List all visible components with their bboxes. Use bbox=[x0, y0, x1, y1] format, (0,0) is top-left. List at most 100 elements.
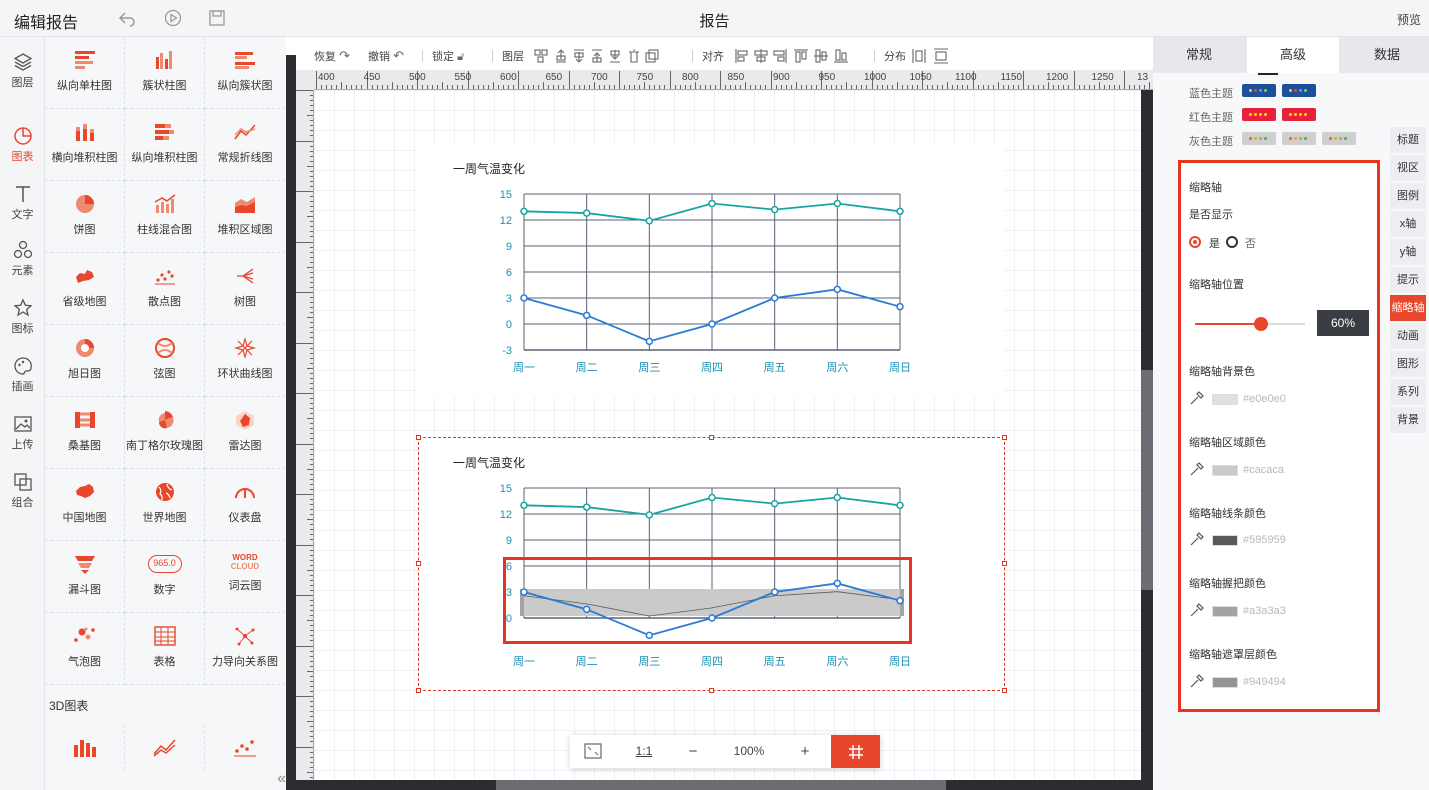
position-slider[interactable] bbox=[1195, 317, 1305, 331]
undo-button[interactable]: 撤销 ↶ bbox=[368, 48, 404, 64]
catalog-item-3d-bar[interactable] bbox=[45, 725, 125, 770]
theme-swatch[interactable] bbox=[1242, 132, 1276, 145]
catalog-item[interactable]: 省级地图 bbox=[45, 253, 125, 325]
bg-color-picker[interactable]: #e0e0e0 bbox=[1189, 390, 1369, 410]
collapse-panel-icon[interactable]: « bbox=[231, 770, 286, 790]
color-value[interactable]: #cacaca bbox=[1243, 464, 1284, 476]
color-swatch[interactable] bbox=[1212, 394, 1238, 405]
preview-button[interactable]: 预览 bbox=[1397, 11, 1421, 28]
catalog-item[interactable]: 环状曲线图 bbox=[205, 325, 285, 397]
theme-swatch[interactable] bbox=[1282, 84, 1316, 97]
side-tab[interactable]: 图例 bbox=[1390, 183, 1426, 209]
side-tab[interactable]: 系列 bbox=[1390, 379, 1426, 405]
eyedropper-icon[interactable] bbox=[1189, 602, 1205, 621]
catalog-item[interactable]: 表格 bbox=[125, 613, 205, 685]
nav-layers[interactable]: 图层 bbox=[0, 45, 45, 97]
catalog-item-3d-scatter[interactable] bbox=[205, 725, 285, 770]
resize-handle[interactable] bbox=[709, 688, 714, 693]
side-tab[interactable]: 标题 bbox=[1390, 127, 1426, 153]
color-swatch[interactable] bbox=[1212, 535, 1238, 546]
canvas-vscrollbar[interactable] bbox=[1141, 90, 1153, 790]
side-tab[interactable]: 动画 bbox=[1390, 323, 1426, 349]
catalog-scrollbar[interactable] bbox=[286, 55, 296, 790]
catalog-item[interactable]: 堆积区域图 bbox=[205, 181, 285, 253]
catalog-item[interactable]: 雷达图 bbox=[205, 397, 285, 469]
radio-no[interactable] bbox=[1226, 236, 1238, 248]
nav-group[interactable]: 组合 bbox=[0, 465, 45, 517]
distribute-tools-icons[interactable] bbox=[912, 48, 952, 64]
eyedropper-icon[interactable] bbox=[1189, 461, 1205, 480]
catalog-item[interactable]: 中国地图 bbox=[45, 469, 125, 541]
catalog-item[interactable]: WORD CLOUD 词云图 bbox=[205, 541, 285, 613]
catalog-item[interactable]: 漏斗图 bbox=[45, 541, 125, 613]
resize-handle[interactable] bbox=[416, 561, 421, 566]
canvas-hscrollbar[interactable] bbox=[296, 780, 1153, 790]
grid-toggle-button[interactable] bbox=[831, 735, 880, 768]
layer-tools-icons[interactable] bbox=[534, 48, 684, 64]
theme-swatch[interactable] bbox=[1282, 132, 1316, 145]
catalog-item[interactable]: 纵向堆积柱图 bbox=[125, 109, 205, 181]
color-swatch[interactable] bbox=[1212, 677, 1238, 688]
theme-swatch[interactable] bbox=[1322, 132, 1356, 145]
side-tab[interactable]: 图形 bbox=[1390, 351, 1426, 377]
play-icon[interactable] bbox=[164, 9, 182, 27]
handle-color-picker[interactable]: #a3a3a3 bbox=[1189, 602, 1369, 622]
catalog-item[interactable]: 力导向关系图 bbox=[205, 613, 285, 685]
theme-swatch[interactable] bbox=[1282, 108, 1316, 121]
eyedropper-icon[interactable] bbox=[1189, 390, 1205, 409]
undo-icon[interactable] bbox=[118, 9, 136, 27]
catalog-item[interactable]: 965.0 数字 bbox=[125, 541, 205, 613]
catalog-item[interactable]: 气泡图 bbox=[45, 613, 125, 685]
catalog-item[interactable]: 弦图 bbox=[125, 325, 205, 397]
nav-charts[interactable]: 图表 bbox=[0, 119, 45, 171]
catalog-item[interactable]: 柱线混合图 bbox=[125, 181, 205, 253]
chart-widget-1[interactable]: 一周气温变化 15 12 9 6 3 0 -3 周一 周二 周三 周四 周五 周六 周日 bbox=[418, 143, 1005, 397]
side-tab[interactable]: 背景 bbox=[1390, 407, 1426, 433]
color-swatch[interactable] bbox=[1212, 606, 1238, 617]
color-value[interactable]: #595959 bbox=[1243, 534, 1286, 546]
tab-advanced[interactable]: 高级 bbox=[1247, 37, 1339, 73]
nav-text[interactable]: 文字 bbox=[0, 177, 45, 229]
catalog-item[interactable]: 旭日图 bbox=[45, 325, 125, 397]
tab-general[interactable]: 常规 bbox=[1153, 37, 1245, 73]
catalog-item[interactable]: 饼图 bbox=[45, 181, 125, 253]
tab-data[interactable]: 数据 bbox=[1341, 37, 1429, 73]
catalog-item[interactable]: 仪表盘 bbox=[205, 469, 285, 541]
color-value[interactable]: #949494 bbox=[1243, 676, 1286, 688]
theme-swatch[interactable] bbox=[1242, 84, 1276, 97]
resize-handle[interactable] bbox=[416, 435, 421, 440]
side-tab[interactable]: 提示 bbox=[1390, 267, 1426, 293]
side-tab[interactable]: 视区 bbox=[1390, 155, 1426, 181]
resize-handle[interactable] bbox=[1002, 688, 1007, 693]
side-tab[interactable]: y轴 bbox=[1390, 239, 1426, 265]
nav-upload[interactable]: 上传 bbox=[0, 407, 45, 459]
catalog-item[interactable]: 簇状柱图 bbox=[125, 37, 205, 109]
resize-handle[interactable] bbox=[709, 435, 714, 440]
nav-icons[interactable]: 图标 bbox=[0, 291, 45, 343]
eyedropper-icon[interactable] bbox=[1189, 531, 1205, 550]
catalog-item[interactable]: 常规折线图 bbox=[205, 109, 285, 181]
resize-handle[interactable] bbox=[1002, 435, 1007, 440]
catalog-item[interactable]: 纵向单柱图 bbox=[45, 37, 125, 109]
resize-handle[interactable] bbox=[1002, 561, 1007, 566]
nav-elements[interactable]: 元素 bbox=[0, 233, 45, 285]
catalog-item[interactable]: 桑基图 bbox=[45, 397, 125, 469]
resize-handle[interactable] bbox=[416, 688, 421, 693]
color-value[interactable]: #a3a3a3 bbox=[1243, 605, 1286, 617]
save-icon[interactable] bbox=[208, 9, 226, 27]
color-value[interactable]: #e0e0e0 bbox=[1243, 393, 1286, 405]
ratio-button[interactable]: 1:1 bbox=[622, 735, 666, 768]
align-tools-icons[interactable] bbox=[734, 48, 864, 64]
catalog-item-3d-line[interactable] bbox=[125, 725, 205, 770]
lock-button[interactable]: 锁定 🔓︎ bbox=[432, 48, 464, 64]
side-tab[interactable]: x轴 bbox=[1390, 211, 1426, 237]
line-color-picker[interactable]: #595959 bbox=[1189, 531, 1369, 551]
catalog-item[interactable]: 南丁格尔玫瑰图 bbox=[125, 397, 205, 469]
area-color-picker[interactable]: #cacaca bbox=[1189, 461, 1369, 481]
catalog-item[interactable]: 树图 bbox=[205, 253, 285, 325]
scroll-thumb[interactable] bbox=[1141, 370, 1153, 590]
zoom-out-button[interactable]: − bbox=[670, 735, 716, 768]
zoom-in-button[interactable]: + bbox=[782, 735, 828, 768]
color-swatch[interactable] bbox=[1212, 465, 1238, 476]
scroll-thumb[interactable] bbox=[496, 780, 946, 790]
